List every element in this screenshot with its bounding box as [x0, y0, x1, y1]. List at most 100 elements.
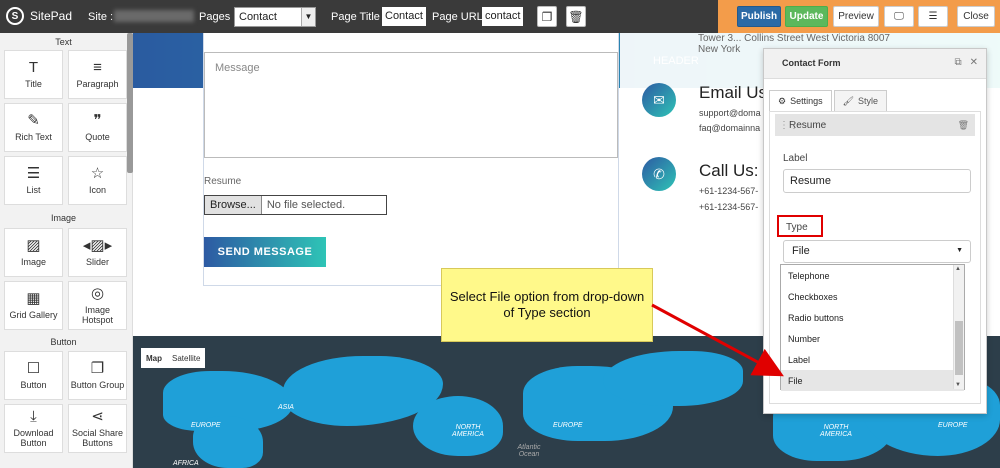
section-image-heading: Image: [50, 213, 76, 223]
section-text-heading: Text: [55, 37, 72, 47]
site-label: Site :: [88, 11, 114, 23]
top-toolbar: S SitePad Site : Pages : Contact ▼ Page …: [0, 0, 1000, 33]
email-line-1: support@doma: [699, 108, 761, 118]
map-tab-map[interactable]: Map: [141, 348, 167, 368]
options-scrollbar[interactable]: ▲ ▼: [953, 265, 964, 389]
star-icon: ☆: [90, 165, 105, 182]
publish-button[interactable]: Publish: [737, 6, 781, 27]
pages-label: Pages :: [199, 11, 237, 23]
download-icon: ⤓: [30, 408, 37, 425]
button-icon: ☐: [26, 360, 41, 377]
widget-button[interactable]: ☐ Button: [4, 351, 63, 400]
share-icon: ⋖: [91, 408, 104, 425]
widget-sidebar: Text T Title ≡ Paragraph ✎ Rich Text ❞ Quote…: [0, 33, 133, 468]
header-label: HEADER: [653, 55, 699, 67]
gear-icon: ⚙: [778, 95, 787, 106]
map-label: EUROPE: [191, 422, 221, 429]
option-radio-buttons[interactable]: Radio buttons: [781, 307, 964, 328]
delete-page-button[interactable]: 🗑: [566, 6, 586, 27]
message-textarea[interactable]: Message: [204, 52, 618, 158]
no-file-text: No file selected.: [266, 199, 346, 211]
edit-icon: ✎: [27, 112, 40, 129]
update-button[interactable]: Update: [785, 6, 828, 27]
map-label: NORTH AMERICA: [452, 424, 484, 438]
widget-title[interactable]: T Title: [4, 50, 63, 99]
hamburger-icon: ☰: [928, 11, 938, 22]
page-title-input[interactable]: Contact: [382, 7, 426, 26]
chevron-down-icon: ▼: [301, 8, 315, 26]
type-options-list: Telephone Checkboxes Radio buttons Numbe…: [780, 264, 965, 391]
map-label: EUROPE: [553, 422, 583, 429]
widget-download-button[interactable]: ⤓ Download Button: [4, 404, 63, 453]
widget-quote[interactable]: ❞ Quote: [68, 103, 127, 152]
label-input[interactable]: Resume: [783, 169, 971, 193]
close-icon[interactable]: ✕: [970, 57, 978, 68]
option-file[interactable]: File: [781, 370, 964, 391]
resume-file-input[interactable]: Browse... No file selected.: [204, 195, 387, 215]
widget-rich-text[interactable]: ✎ Rich Text: [4, 103, 63, 152]
menu-button[interactable]: ☰: [918, 6, 948, 27]
pages-dropdown[interactable]: Contact ▼: [234, 7, 316, 27]
send-message-button[interactable]: SEND MESSAGE: [204, 237, 326, 267]
copy-page-button[interactable]: ❐: [537, 6, 557, 27]
field-row-resume[interactable]: ⋮⋮ Resume 🗑: [775, 114, 975, 136]
option-checkboxes[interactable]: Checkboxes: [781, 286, 964, 307]
email-line-2: faq@domainna: [699, 123, 761, 133]
list-icon: ☰: [26, 165, 41, 182]
type-caption: Type: [786, 222, 808, 233]
panel-title: Contact Form: [782, 58, 841, 68]
paragraph-icon: ≡: [93, 59, 102, 76]
tab-settings[interactable]: ⚙ Settings: [769, 90, 832, 111]
option-label[interactable]: Label: [781, 349, 964, 370]
pages-dropdown-value: Contact: [239, 11, 277, 23]
site-name-redacted: [114, 10, 194, 22]
option-number[interactable]: Number: [781, 328, 964, 349]
widget-social-share[interactable]: ⋖ Social Share Buttons: [68, 404, 127, 453]
copy-icon: ❐: [541, 9, 553, 24]
email-icon: ✉: [642, 83, 676, 117]
map-tab-satellite[interactable]: Satellite: [167, 348, 205, 368]
type-dropdown[interactable]: File ▼: [783, 240, 971, 263]
option-telephone[interactable]: Telephone: [781, 265, 964, 286]
tab-style[interactable]: 🖌 Style: [833, 90, 888, 111]
popout-icon[interactable]: ⧉: [954, 57, 961, 68]
app-name: SitePad: [30, 9, 73, 23]
widget-slider[interactable]: ◂▨▸ Slider: [68, 228, 127, 277]
browse-button[interactable]: Browse...: [205, 196, 262, 214]
monitor-icon: 🖵: [894, 11, 904, 22]
drag-handle-icon[interactable]: ⋮⋮: [779, 120, 799, 131]
scroll-up-icon[interactable]: ▲: [955, 266, 961, 272]
widget-image-hotspot[interactable]: ◎ Image Hotspot: [68, 281, 127, 330]
trash-icon: 🗑: [568, 9, 584, 24]
image-icon: ▨: [26, 237, 41, 254]
preview-button[interactable]: Preview: [833, 6, 879, 27]
page-url-input[interactable]: contact: [482, 7, 524, 26]
widget-list[interactable]: ☰ List: [4, 156, 63, 205]
slider-icon: ◂▨▸: [82, 237, 113, 254]
brush-icon: 🖌: [842, 95, 855, 106]
phone-line-1: +61-1234-567-: [699, 186, 759, 196]
desktop-view-button[interactable]: 🖵: [884, 6, 914, 27]
page-title-label: Page Title :: [331, 11, 387, 23]
widget-icon[interactable]: ☆ Icon: [68, 156, 127, 205]
widget-image[interactable]: ▨ Image: [4, 228, 63, 277]
page-url-label: Page URL :: [432, 11, 489, 23]
call-title: Call Us:: [699, 161, 759, 180]
sitepad-logo: S SitePad: [6, 7, 72, 25]
phone-icon: ✆: [642, 157, 676, 191]
close-button[interactable]: Close: [957, 6, 995, 27]
widget-grid-gallery[interactable]: ▦ Grid Gallery: [4, 281, 63, 330]
map-label: AFRICA: [173, 460, 199, 467]
scroll-thumb[interactable]: [955, 321, 963, 375]
button-group-icon: ❐: [90, 360, 105, 377]
instruction-callout: Select File option from drop-down of Typ…: [441, 268, 653, 342]
scroll-down-icon[interactable]: ▼: [955, 382, 961, 388]
trash-icon[interactable]: 🗑: [958, 120, 969, 131]
widget-paragraph[interactable]: ≡ Paragraph: [68, 50, 127, 99]
title-icon: T: [28, 59, 39, 76]
widget-button-group[interactable]: ❐ Button Group: [68, 351, 127, 400]
quote-icon: ❞: [93, 112, 102, 129]
grid-icon: ▦: [26, 290, 41, 307]
phone-line-2: +61-1234-567-: [699, 202, 759, 212]
label-caption: Label: [783, 153, 808, 164]
